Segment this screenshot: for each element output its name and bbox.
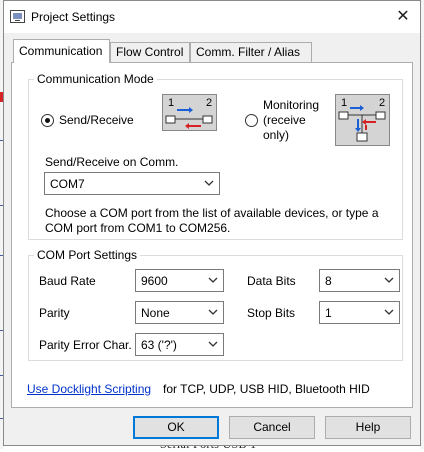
parity-error-char-label: Parity Error Char. [39, 338, 132, 352]
tab-flow-control[interactable]: Flow Control [110, 42, 190, 62]
parity-label: Parity [39, 306, 70, 320]
chevron-down-icon [204, 180, 214, 186]
diagram-port-2: 2 [206, 97, 212, 109]
monitoring-label-line: Monitoring [263, 98, 320, 112]
ok-button[interactable]: OK [133, 416, 219, 439]
chevron-down-icon [208, 309, 218, 315]
chevron-down-icon [384, 309, 394, 315]
monitoring-label-line: (receive [263, 113, 306, 127]
com-port-combo[interactable]: COM7 [44, 172, 220, 195]
hint-text: COM port from COM1 to COM256. [45, 221, 231, 235]
diagram-port-1: 1 [341, 97, 347, 109]
baud-rate-value: 9600 [141, 274, 168, 288]
tab-comm-filter-alias[interactable]: Comm. Filter / Alias [190, 42, 312, 62]
monitoring-diagram-icon: 1 2 [335, 94, 390, 146]
project-settings-dialog: Project Settings ✕ Communication Flow Co… [3, 0, 421, 446]
parity-error-char-value: 63 ('?') [141, 338, 177, 352]
stop-bits-value: 1 [325, 306, 332, 320]
port-label: Send/Receive on Comm. [45, 155, 179, 169]
com-port-settings-group: COM Port Settings Baud Rate 9600 Data Bi… [28, 248, 403, 361]
help-button[interactable]: Help [325, 416, 411, 439]
communication-mode-group: Communication Mode Send/Receive 1 2 Moni… [28, 72, 403, 240]
baud-rate-combo[interactable]: 9600 [135, 269, 224, 292]
baud-rate-label: Baud Rate [39, 274, 96, 288]
send-receive-radio[interactable] [41, 114, 54, 127]
chevron-down-icon [208, 277, 218, 283]
parity-error-char-combo[interactable]: 63 ('?') [135, 333, 224, 356]
group-legend: COM Port Settings [34, 248, 141, 262]
chevron-down-icon [384, 277, 394, 283]
tab-label: Comm. Filter / Alias [196, 45, 301, 59]
monitoring-label-line: only) [263, 128, 290, 142]
monitoring-radio[interactable] [245, 114, 258, 127]
group-legend: Communication Mode [34, 72, 157, 86]
send-receive-label[interactable]: Send/Receive [59, 113, 134, 127]
com-port-value: COM7 [50, 177, 85, 191]
close-button[interactable]: ✕ [390, 5, 416, 29]
stop-bits-combo[interactable]: 1 [319, 301, 400, 324]
hint-text: Choose a COM port from the list of avail… [45, 206, 379, 220]
parity-combo[interactable]: None [135, 301, 224, 324]
data-bits-combo[interactable]: 8 [319, 269, 400, 292]
tab-panel-communication: Communication Mode Send/Receive 1 2 Moni… [11, 62, 413, 408]
tab-label: Communication [19, 44, 103, 58]
diagram-port-2: 2 [379, 97, 385, 109]
title-bar[interactable]: Project Settings ✕ [4, 1, 420, 33]
diagram-port-1: 1 [168, 97, 174, 109]
chevron-down-icon [208, 341, 218, 347]
parity-value: None [141, 306, 170, 320]
tab-label: Flow Control [116, 45, 184, 59]
stop-bits-label: Stop Bits [247, 306, 296, 320]
send-receive-diagram-icon: 1 2 [162, 94, 217, 131]
scripting-info-text: for TCP, UDP, USB HID, Bluetooth HID [163, 382, 370, 396]
app-icon [10, 10, 25, 23]
tab-communication[interactable]: Communication [13, 39, 110, 63]
data-bits-label: Data Bits [247, 274, 296, 288]
monitoring-label[interactable]: Monitoring (receive only) [263, 98, 319, 143]
cancel-button[interactable]: Cancel [229, 416, 315, 439]
docklight-scripting-link[interactable]: Use Docklight Scripting [27, 382, 151, 396]
window-title: Project Settings [31, 10, 116, 24]
data-bits-value: 8 [325, 274, 332, 288]
close-icon: ✕ [396, 8, 410, 25]
